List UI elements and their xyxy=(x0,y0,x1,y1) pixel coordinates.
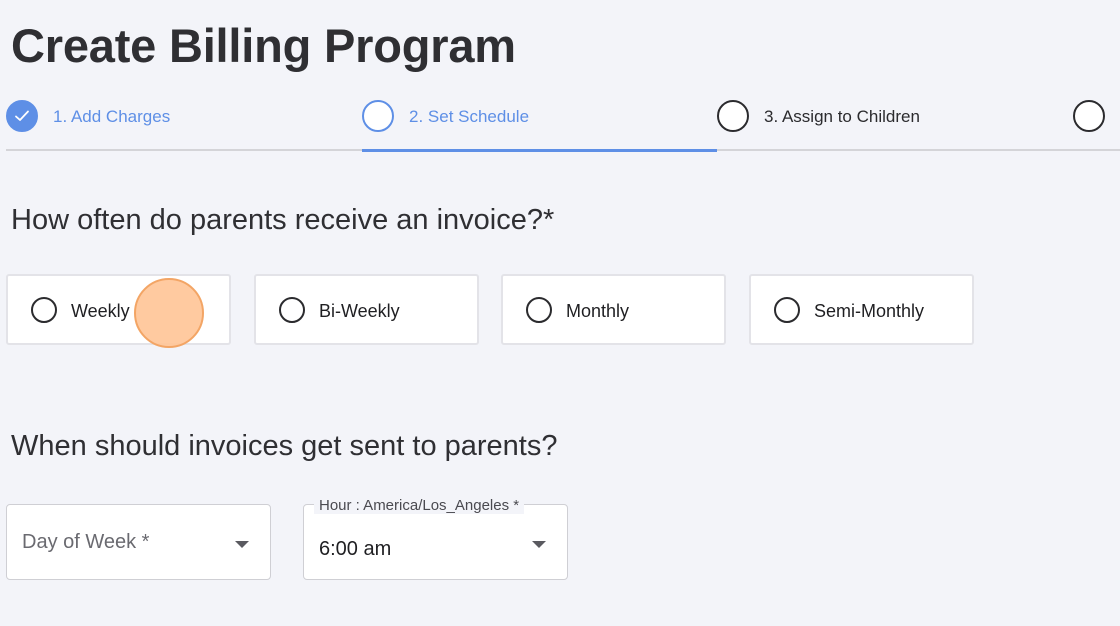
option-label: Weekly xyxy=(71,300,130,321)
active-step-indicator xyxy=(362,149,717,152)
option-label: Semi-Monthly xyxy=(814,300,925,321)
step-assign-to-children[interactable]: 3. Assign to Children xyxy=(717,100,920,150)
frequency-question: How often do parents receive an invoice?… xyxy=(11,204,555,236)
page-title: Create Billing Program xyxy=(11,19,516,72)
select-label: Hour : America/Los_Angeles * xyxy=(314,498,525,514)
option-semi-monthly[interactable]: Semi-Monthly xyxy=(749,274,974,345)
step-label: 2. Set Schedule xyxy=(409,107,530,126)
select-placeholder: Day of Week * xyxy=(22,531,150,553)
radio-button[interactable] xyxy=(279,296,305,323)
caret-down-icon xyxy=(235,541,249,548)
option-weekly[interactable]: Weekly xyxy=(6,274,231,345)
caret-down-icon xyxy=(532,541,546,548)
step-set-schedule[interactable]: 2. Set Schedule xyxy=(362,100,717,152)
stepper: 1. Add Charges 2. Set Schedule 3. Assign… xyxy=(6,96,1120,152)
step-circle-icon xyxy=(362,100,394,132)
step-label: 3. Assign to Children xyxy=(764,107,920,126)
step-label: 1. Add Charges xyxy=(53,107,171,126)
option-monthly[interactable]: Monthly xyxy=(501,274,726,345)
option-label: Bi-Weekly xyxy=(319,300,400,321)
radio-button[interactable] xyxy=(31,296,57,323)
option-bi-weekly[interactable]: Bi-Weekly xyxy=(254,274,479,345)
step-add-charges[interactable]: 1. Add Charges xyxy=(6,100,170,150)
step-circle-icon xyxy=(1073,100,1105,132)
step-circle-icon xyxy=(717,100,749,132)
option-label: Monthly xyxy=(566,300,630,321)
send-time-question: When should invoices get sent to parents… xyxy=(11,430,558,462)
check-icon xyxy=(6,100,38,132)
step-4[interactable] xyxy=(1073,100,1105,150)
radio-button[interactable] xyxy=(774,296,800,323)
day-of-week-select[interactable]: Day of Week * xyxy=(6,504,271,580)
radio-button[interactable] xyxy=(526,296,552,323)
hour-select[interactable]: Hour : America/Los_Angeles * 6:00 am xyxy=(303,498,568,580)
select-value: 6:00 am xyxy=(319,538,392,560)
